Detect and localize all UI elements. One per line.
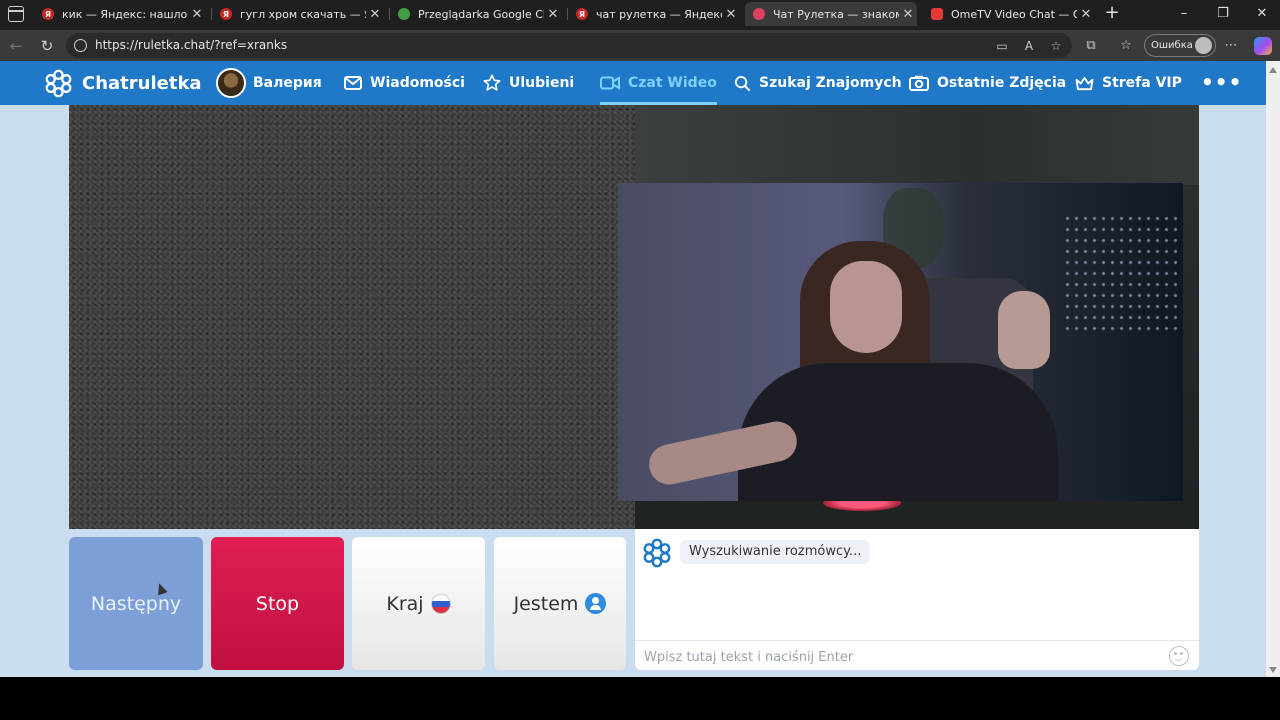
close-tab-icon[interactable]: ✕ xyxy=(1077,7,1095,22)
profile-label: Ошибка xyxy=(1151,40,1193,51)
video-person-face xyxy=(830,261,902,353)
browser-tab[interactable]: Я гугл хром скачать — Яндекс ✕ xyxy=(212,2,384,26)
nav-messages-label: Wiadomości xyxy=(370,75,465,91)
brand-name: Chatruletka xyxy=(82,73,202,94)
refresh-icon[interactable]: ↻ xyxy=(37,36,57,56)
gender-button[interactable]: Jestem xyxy=(494,537,626,670)
stop-button[interactable]: Stop xyxy=(211,537,344,670)
yandex-favicon-icon: Я xyxy=(576,8,588,20)
nav-video-chat[interactable]: Czat Wideo xyxy=(600,61,717,105)
favorite-star-icon[interactable]: ☆ xyxy=(1048,38,1064,54)
minimize-icon[interactable]: – xyxy=(1172,4,1196,24)
close-tab-icon[interactable]: ✕ xyxy=(722,7,740,22)
browser-tab[interactable]: Я чат рулетка — Яндекс: наш ✕ xyxy=(568,2,740,26)
yandex-favicon-icon: Я xyxy=(220,8,232,20)
site-navbar: Chatruletka Валерия Wiadomości Ulubieni … xyxy=(0,61,1266,105)
nav-vip-zone[interactable]: Strefa VIP xyxy=(1075,61,1182,105)
user-icon xyxy=(585,593,607,614)
taskbar-area xyxy=(0,677,1280,720)
chat-panel: Wyszukiwanie rozmówcy... xyxy=(635,529,1199,670)
close-tab-icon[interactable]: ✕ xyxy=(366,7,384,22)
nav-favorites-label: Ulubieni xyxy=(509,75,575,91)
camera-icon xyxy=(909,75,929,91)
browser-tab-bar: Я кик — Яндекс: нашлось 27 ✕ Я гугл хром… xyxy=(0,0,1280,30)
tab-title: Przeglądarka Google Chrome xyxy=(418,7,544,21)
local-video-placeholder xyxy=(69,105,635,529)
more-menu-icon[interactable]: ⋯ xyxy=(1223,38,1239,54)
browser-tab[interactable]: Przeglądarka Google Chrome ✕ xyxy=(390,2,562,26)
video-fairy-lights xyxy=(1063,213,1183,333)
chrome-favicon-icon xyxy=(398,8,410,20)
country-button[interactable]: Kraj xyxy=(352,537,485,670)
site-info-icon[interactable] xyxy=(74,39,87,52)
avatar xyxy=(216,68,246,98)
nav-user-profile[interactable]: Валерия xyxy=(216,61,322,105)
tab-title: гугл хром скачать — Яндекс xyxy=(240,7,366,21)
nav-favorites[interactable]: Ulubieni xyxy=(483,61,574,105)
chatruletka-logo-icon xyxy=(45,69,72,98)
search-icon xyxy=(734,75,751,92)
ometv-favicon-icon xyxy=(931,8,943,20)
close-window-icon[interactable]: ✕ xyxy=(1250,4,1274,24)
scrollbar[interactable] xyxy=(1266,61,1280,677)
url-text[interactable]: https://ruletka.chat/?ref=xranks xyxy=(95,38,287,52)
copilot-icon[interactable] xyxy=(1254,37,1272,55)
nav-vip-label: Strefa VIP xyxy=(1102,75,1182,91)
translate-icon[interactable]: A xyxy=(1021,38,1037,54)
emoji-icon[interactable] xyxy=(1169,646,1189,666)
address-bar-row: ← ↻ https://ruletka.chat/?ref=xranks ▭ A… xyxy=(0,30,1280,61)
partner-video-background xyxy=(635,105,1199,185)
nav-search-friends[interactable]: Szukaj Znajomych xyxy=(734,61,902,105)
page: Chatruletka Валерия Wiadomości Ulubieni … xyxy=(0,61,1266,677)
nav-messages[interactable]: Wiadomości xyxy=(344,61,465,105)
tab-title: чат рулетка — Яндекс: наш xyxy=(596,7,722,21)
back-icon[interactable]: ← xyxy=(6,36,26,56)
next-button-label: Następny xyxy=(90,592,182,615)
address-bar[interactable]: https://ruletka.chat/?ref=xranks ▭ A ☆ xyxy=(66,33,1072,58)
tab-title: кик — Яндекс: нашлось 27 xyxy=(62,7,188,21)
partner-video-frame xyxy=(618,183,1183,501)
browser-tab-active[interactable]: Чат Рулетка — знакомст ✕ xyxy=(745,2,917,26)
ruletka-favicon-icon xyxy=(753,8,765,20)
nav-search-label: Szukaj Znajomych xyxy=(759,75,902,91)
nav-recent-photos[interactable]: Ostatnie Zdjęcia xyxy=(909,61,1066,105)
stop-button-label: Stop xyxy=(255,592,300,615)
profile-avatar-icon xyxy=(1195,37,1212,54)
chat-divider xyxy=(635,640,1199,641)
next-button[interactable]: Następny xyxy=(69,537,203,670)
more-menu-icon[interactable]: ••• xyxy=(1201,72,1242,92)
video-person-hand xyxy=(998,291,1050,369)
star-icon xyxy=(483,74,501,92)
russia-flag-icon xyxy=(430,593,451,614)
browser-tab[interactable]: Я кик — Яндекс: нашлось 27 ✕ xyxy=(34,2,206,26)
new-tab-icon[interactable]: + xyxy=(1102,3,1122,23)
tab-title: Чат Рулетка — знакомст xyxy=(773,7,899,21)
restore-icon[interactable]: ❐ xyxy=(1211,4,1235,24)
gender-button-label: Jestem xyxy=(513,592,579,615)
scroll-up-icon[interactable] xyxy=(1269,67,1277,73)
chat-status-message: Wyszukiwanie rozmówcy... xyxy=(680,540,871,564)
nav-video-chat-label: Czat Wideo xyxy=(628,75,717,91)
extensions-icon[interactable]: ⧉ xyxy=(1083,38,1099,54)
camera-icon[interactable]: ▭ xyxy=(994,38,1010,54)
video-camera-icon xyxy=(600,76,620,90)
tab-title: OmeTV Video Chat — Omeg xyxy=(951,7,1077,21)
close-tab-icon[interactable]: ✕ xyxy=(544,7,562,22)
country-button-label: Kraj xyxy=(386,592,424,615)
tab-actions-icon[interactable] xyxy=(8,6,24,22)
favorites-icon[interactable]: ☆ xyxy=(1118,38,1134,54)
crown-icon xyxy=(1075,76,1094,91)
nav-user-label: Валерия xyxy=(253,75,322,91)
envelope-icon xyxy=(344,76,362,90)
scroll-down-icon[interactable] xyxy=(1269,667,1277,673)
chatruletka-logo-icon xyxy=(643,538,671,568)
profile-button[interactable]: Ошибка xyxy=(1144,34,1216,57)
yandex-favicon-icon: Я xyxy=(42,8,54,20)
nav-photos-label: Ostatnie Zdjęcia xyxy=(937,75,1067,91)
close-tab-icon[interactable]: ✕ xyxy=(899,7,917,22)
chat-message-input[interactable] xyxy=(644,647,1154,667)
close-tab-icon[interactable]: ✕ xyxy=(188,7,206,22)
brand-logo[interactable]: Chatruletka xyxy=(44,69,202,98)
browser-tab[interactable]: OmeTV Video Chat — Omeg ✕ xyxy=(923,2,1095,26)
